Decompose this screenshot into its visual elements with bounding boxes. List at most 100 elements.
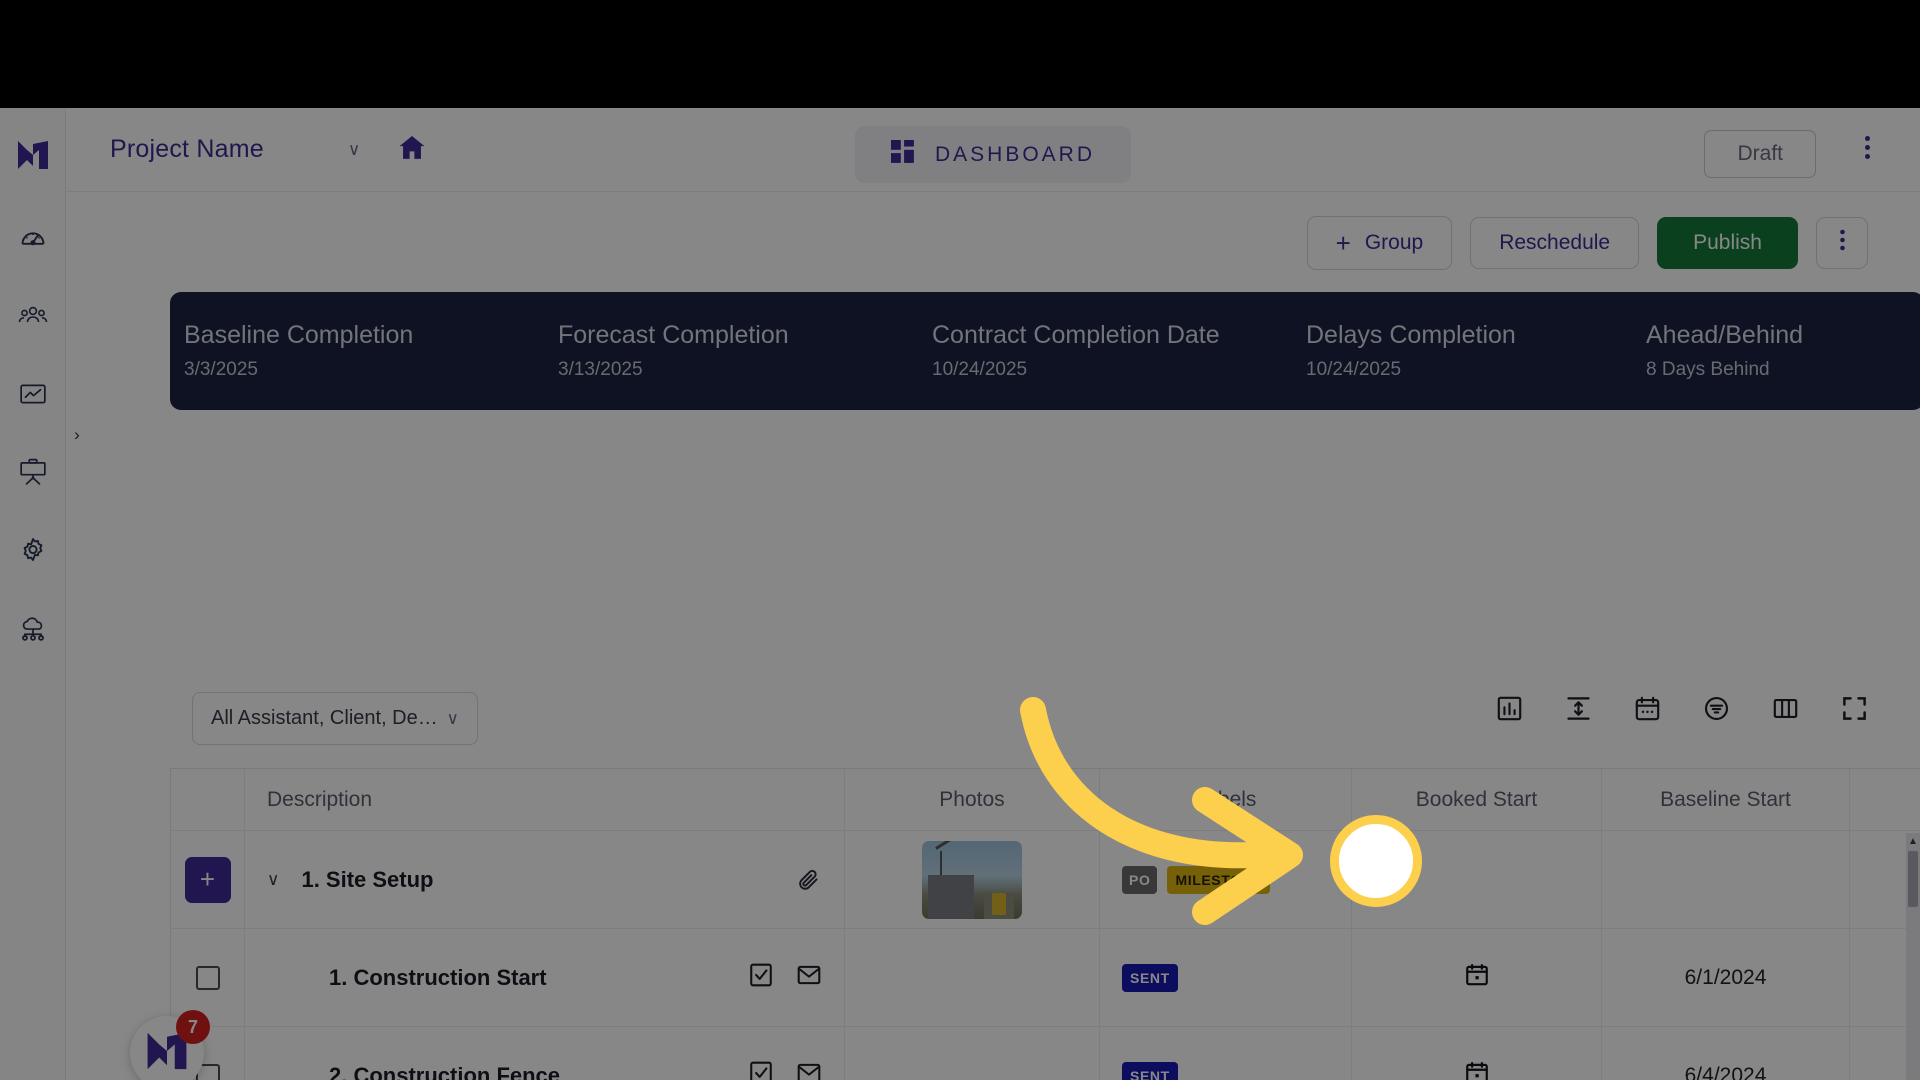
main-content: + Group Reschedule Publish Baseline Comp… bbox=[66, 192, 1920, 1080]
columns-icon[interactable] bbox=[1772, 695, 1799, 722]
checkbox-checked-icon[interactable] bbox=[748, 1060, 774, 1080]
booked-start-cell[interactable] bbox=[1352, 929, 1602, 1026]
sidebar-item-presentation[interactable] bbox=[12, 451, 54, 493]
chevron-down-icon: ∨ bbox=[347, 139, 361, 159]
group-labels-cell[interactable]: PO MILESTONE bbox=[1100, 831, 1352, 928]
baseline-start-cell[interactable]: 6/1/2024 bbox=[1602, 929, 1850, 1026]
column-header-labels[interactable]: Labels bbox=[1100, 769, 1352, 830]
assignee-filter-dropdown[interactable]: All Assistant, Client, De… ∨ bbox=[192, 692, 478, 745]
bar-chart-icon[interactable] bbox=[1496, 695, 1523, 722]
click-target-highlight bbox=[1330, 815, 1422, 907]
add-group-button[interactable]: + Group bbox=[1306, 216, 1453, 270]
help-widget-button[interactable]: 7 bbox=[130, 1010, 210, 1080]
application-window: › Project Name ∨ DASHBOARD Draft + Group… bbox=[0, 108, 1920, 1080]
vertical-scrollbar-thumb[interactable] bbox=[1908, 851, 1918, 907]
status-badge: MILESTONE bbox=[1167, 865, 1271, 894]
top-bar: Project Name ∨ DASHBOARD Draft bbox=[66, 108, 1920, 192]
column-header-next[interactable] bbox=[1850, 769, 1920, 830]
gear-settings-icon bbox=[19, 536, 47, 564]
vertical-dots-icon bbox=[1839, 229, 1845, 257]
column-header-photos[interactable]: Photos bbox=[845, 769, 1100, 830]
add-row-button[interactable]: + bbox=[184, 856, 231, 903]
sidebar-item-dashboard[interactable] bbox=[12, 217, 54, 259]
chart-analytics-icon bbox=[19, 381, 47, 407]
schedule-table: Description Photos Labels Booked Start B… bbox=[170, 768, 1920, 1080]
table-toolbar bbox=[1496, 695, 1868, 722]
task-description-cell[interactable]: 2. Construction Fence bbox=[245, 1027, 845, 1080]
task-photo-cell[interactable] bbox=[845, 1027, 1100, 1080]
construction-crane-photo[interactable] bbox=[922, 840, 1022, 919]
column-header-description[interactable]: Description bbox=[245, 769, 845, 830]
dashboard-tab[interactable]: DASHBOARD bbox=[854, 126, 1132, 183]
calendar-icon[interactable] bbox=[1634, 695, 1661, 722]
stat-title: Delays Completion bbox=[1306, 321, 1516, 349]
stat-item: Baseline Completion 3/3/2025 bbox=[184, 321, 413, 381]
calendar-icon[interactable] bbox=[1464, 1060, 1490, 1080]
actions-kebab-menu[interactable] bbox=[1816, 217, 1868, 269]
project-selector[interactable]: Project Name ∨ bbox=[110, 135, 360, 164]
calendar-icon[interactable] bbox=[1464, 962, 1490, 994]
paperclip-icon[interactable] bbox=[796, 867, 822, 893]
group-photo-cell[interactable] bbox=[845, 831, 1100, 928]
action-button-row: + Group Reschedule Publish bbox=[1306, 216, 1868, 270]
group-baseline-start-cell[interactable] bbox=[1602, 831, 1850, 928]
publish-button[interactable]: Publish bbox=[1657, 217, 1798, 269]
table-row[interactable]: 2. Construction Fence SENT 6/4/2024 bbox=[171, 1027, 1920, 1080]
stat-value: 10/24/2025 bbox=[1306, 359, 1402, 380]
stat-title: Contract Completion Date bbox=[932, 321, 1220, 349]
stat-item: Delays Completion 10/24/2025 bbox=[1306, 321, 1516, 381]
task-labels-cell[interactable]: SENT bbox=[1100, 1027, 1352, 1080]
column-header-baseline-start[interactable]: Baseline Start bbox=[1602, 769, 1850, 830]
scroll-up-arrow-icon[interactable]: ▲ bbox=[1906, 833, 1920, 849]
vertical-scrollbar[interactable]: ▲ ▼ bbox=[1906, 833, 1920, 1080]
envelope-icon[interactable] bbox=[796, 1060, 822, 1080]
vertical-dots-icon bbox=[1865, 154, 1870, 159]
sidebar-item-team[interactable] bbox=[12, 295, 54, 337]
task-title: 2. Construction Fence bbox=[329, 1062, 561, 1080]
add-group-label: Group bbox=[1364, 231, 1424, 254]
task-title: 1. Construction Start bbox=[329, 964, 547, 990]
checkbox-checked-icon[interactable] bbox=[748, 962, 774, 994]
stat-value: 8 Days Behind bbox=[1646, 359, 1770, 380]
screenshot-root: › Project Name ∨ DASHBOARD Draft + Group… bbox=[0, 0, 1920, 1080]
sidebar-item-integrations[interactable] bbox=[12, 607, 54, 649]
baseline-start-cell[interactable]: 6/4/2024 bbox=[1602, 1027, 1850, 1080]
row-checkbox[interactable] bbox=[195, 965, 220, 990]
status-badge: SENT bbox=[1122, 1061, 1178, 1080]
group-description-cell[interactable]: ∨ 1. Site Setup bbox=[245, 831, 845, 928]
vertical-dots-icon bbox=[1865, 145, 1870, 150]
assignee-filter-value: All Assistant, Client, De… bbox=[211, 707, 438, 729]
project-stats-banner: Baseline Completion 3/3/2025 Forecast Comp… bbox=[170, 292, 1920, 410]
reschedule-button[interactable]: Reschedule bbox=[1470, 217, 1640, 269]
booked-start-cell[interactable] bbox=[1352, 1027, 1602, 1080]
sidebar-item-analytics[interactable] bbox=[12, 373, 54, 415]
task-photo-cell[interactable] bbox=[845, 929, 1100, 1026]
status-badge: PO bbox=[1122, 865, 1158, 894]
stat-title: Baseline Completion bbox=[184, 321, 414, 349]
task-labels-cell[interactable]: SENT bbox=[1100, 929, 1352, 1026]
row-height-icon[interactable] bbox=[1565, 695, 1592, 722]
table-header-row: Description Photos Labels Booked Start B… bbox=[171, 769, 1920, 831]
column-header-select bbox=[171, 769, 245, 830]
stat-item: Forecast Completion 3/13/2025 bbox=[558, 321, 789, 381]
topbar-kebab-menu[interactable] bbox=[1865, 132, 1870, 163]
stat-item: Contract Completion Date 10/24/2025 bbox=[932, 321, 1220, 381]
chevron-down-icon: ∨ bbox=[446, 708, 459, 728]
envelope-icon[interactable] bbox=[796, 962, 822, 994]
chevron-down-icon[interactable]: ∨ bbox=[267, 870, 279, 890]
stat-title: Ahead/Behind bbox=[1646, 321, 1804, 349]
task-description-cell[interactable]: 1. Construction Start bbox=[245, 929, 845, 1026]
sidebar-item-settings[interactable] bbox=[12, 529, 54, 571]
vertical-dots-icon bbox=[1865, 136, 1870, 141]
morta-m-logo-icon[interactable] bbox=[16, 138, 50, 177]
table-row[interactable]: 1. Construction Start SENT 6/1/2024 bbox=[171, 929, 1920, 1027]
row-select-cell bbox=[171, 929, 245, 1026]
home-icon[interactable] bbox=[398, 134, 426, 165]
draft-status-button[interactable]: Draft bbox=[1704, 130, 1816, 178]
sidebar-expand-toggle[interactable]: › bbox=[66, 418, 88, 452]
stat-value: 3/13/2025 bbox=[558, 359, 643, 380]
presentation-board-icon bbox=[19, 458, 47, 486]
table-row[interactable]: + ∨ 1. Site Setup PO MILESTONE bbox=[171, 831, 1920, 929]
filter-icon[interactable] bbox=[1703, 695, 1730, 722]
fullscreen-icon[interactable] bbox=[1841, 695, 1868, 722]
